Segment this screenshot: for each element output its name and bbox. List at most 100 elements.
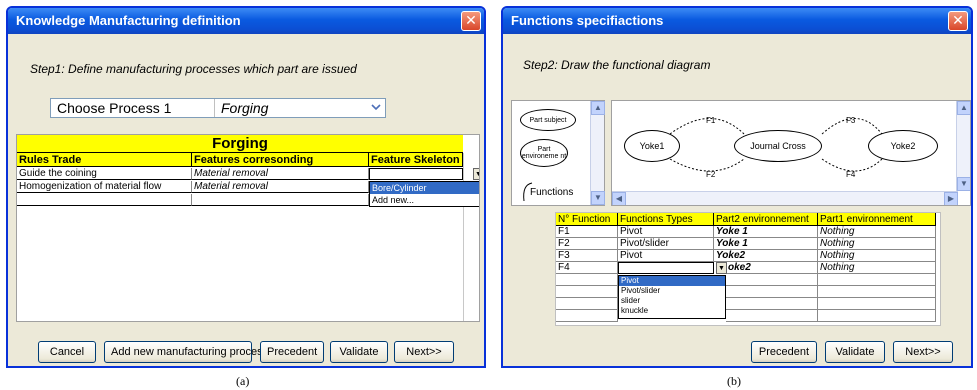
dropdown-list: Bore/Cylinder Add new... — [369, 181, 479, 207]
scroll-right-icon[interactable]: ▶ — [944, 192, 958, 205]
table-cell[interactable]: Nothing — [818, 238, 936, 250]
divider — [214, 99, 215, 117]
window-title: Functions specifiactions — [511, 13, 664, 28]
shape-palette: Part subject Part environeme nt Function… — [511, 100, 605, 206]
add-process-button[interactable]: Add new manufacturing process — [104, 341, 268, 363]
table-cell[interactable] — [726, 274, 818, 286]
process-label: Choose Process 1 — [57, 100, 172, 116]
table-cell[interactable] — [726, 298, 818, 310]
scroll-up-icon[interactable]: ▲ — [957, 101, 970, 115]
knowledge-manufacturing-window: Knowledge Manufacturing definition ✕ Ste… — [6, 6, 486, 368]
rules-grid: Forging Rules Trade Features corresondin… — [16, 134, 480, 322]
table-cell[interactable]: F1 — [556, 226, 618, 238]
close-icon[interactable]: ✕ — [461, 11, 481, 31]
dropdown-option[interactable]: slider — [619, 296, 725, 306]
table-cell[interactable] — [556, 298, 618, 310]
process-banner: Forging — [17, 135, 463, 153]
dropdown-option[interactable]: Pivot/slider — [619, 286, 725, 296]
caption-b: (b) — [727, 374, 741, 388]
column-header-rules: Rules Trade — [17, 153, 192, 167]
dropdown-arrow-icon[interactable]: ▼ — [473, 168, 479, 180]
dropdown-option[interactable]: Pivot — [619, 276, 725, 286]
validate-button[interactable]: Validate — [330, 341, 388, 363]
table-cell[interactable] — [818, 310, 936, 322]
function-type-dropdown[interactable] — [618, 262, 714, 274]
table-cell[interactable] — [726, 286, 818, 298]
table-cell[interactable]: F2 — [556, 238, 618, 250]
dropdown-list: Pivot Pivot/slider slider knuckle — [618, 275, 726, 319]
step-instruction: Step1: Define manufacturing processes wh… — [30, 62, 357, 76]
table-cell[interactable]: Yoke2 — [714, 250, 818, 262]
validate-button[interactable]: Validate — [825, 341, 885, 363]
column-header-features: Features corresonding — [192, 153, 369, 167]
yoke1-node[interactable]: Yoke1 — [624, 130, 680, 162]
table-cell[interactable]: Yoke 1 — [714, 238, 818, 250]
dropdown-arrow-icon[interactable]: ▼ — [716, 262, 727, 274]
process-value: Forging — [221, 100, 269, 116]
dropdown-option[interactable]: Bore/Cylinder — [370, 182, 479, 194]
column-header-part1: Part1 environnement — [818, 213, 936, 226]
table-cell[interactable]: oke2 — [726, 262, 818, 274]
part-environment-shape[interactable]: Part environeme nt — [520, 139, 568, 167]
diagram-vertical-scrollbar[interactable]: ▲ ▼ — [956, 101, 970, 191]
scroll-up-icon[interactable]: ▲ — [591, 101, 605, 115]
caption-a: (a) — [236, 374, 250, 388]
title-bar: Functions specifiactions ✕ — [503, 8, 971, 34]
table-cell[interactable] — [556, 310, 618, 322]
table-cell[interactable] — [556, 274, 618, 286]
diagram-horizontal-scrollbar[interactable]: ◀ ▶ — [612, 191, 958, 205]
step-instruction: Step2: Draw the functional diagram — [523, 58, 711, 72]
link-label: F1 — [706, 116, 716, 125]
precedent-button[interactable]: Precedent — [260, 341, 324, 363]
functional-diagram: F1 F2 F3 F4 Yoke1 Journal Cross Yoke2 ▲ … — [611, 100, 971, 206]
table-cell[interactable]: Material removal — [192, 181, 369, 193]
grid-line — [463, 153, 464, 321]
table-cell[interactable]: Homogenization of material flow — [17, 181, 192, 193]
table-cell[interactable]: Pivot — [618, 226, 714, 238]
next-button[interactable]: Next>> — [394, 341, 454, 363]
table-cell[interactable]: Nothing — [818, 250, 936, 262]
journal-cross-node[interactable]: Journal Cross — [734, 130, 822, 162]
column-header-types: Functions Types — [618, 213, 714, 226]
title-bar: Knowledge Manufacturing definition ✕ — [8, 8, 484, 34]
precedent-button[interactable]: Precedent — [751, 341, 817, 363]
table-cell[interactable] — [818, 286, 936, 298]
table-cell[interactable] — [192, 194, 369, 206]
yoke2-node[interactable]: Yoke2 — [868, 130, 938, 162]
table-cell[interactable]: Material removal — [192, 168, 369, 180]
table-cell[interactable]: Nothing — [818, 262, 936, 274]
table-cell[interactable] — [726, 310, 818, 322]
close-icon[interactable]: ✕ — [948, 11, 968, 31]
table-cell[interactable]: F3 — [556, 250, 618, 262]
link-label: F3 — [846, 116, 856, 125]
link-label: F4 — [846, 170, 856, 179]
dropdown-option[interactable]: knuckle — [619, 306, 725, 316]
scroll-left-icon[interactable]: ◀ — [612, 192, 626, 205]
functions-grid: N° Function Functions Types Part2 enviro… — [555, 212, 941, 326]
table-cell[interactable]: Pivot/slider — [618, 238, 714, 250]
scroll-down-icon[interactable]: ▼ — [957, 177, 970, 191]
column-header-skeleton: Feature Skeleton — [369, 153, 463, 167]
table-cell[interactable]: Guide the coining — [17, 168, 192, 180]
next-button[interactable]: Next>> — [893, 341, 953, 363]
scroll-down-icon[interactable]: ▼ — [591, 191, 605, 205]
chevron-down-icon[interactable] — [371, 102, 381, 115]
table-cell[interactable]: Yoke 1 — [714, 226, 818, 238]
table-cell[interactable]: Pivot — [618, 250, 714, 262]
table-cell[interactable] — [17, 194, 192, 206]
column-header-part2: Part2 environnement — [714, 213, 818, 226]
palette-scrollbar[interactable]: ▲ ▼ — [590, 101, 605, 205]
table-cell[interactable] — [556, 286, 618, 298]
functions-tool-label: Functions — [530, 187, 574, 198]
table-cell[interactable]: F4 — [556, 262, 618, 274]
table-cell[interactable] — [818, 298, 936, 310]
window-title: Knowledge Manufacturing definition — [16, 13, 241, 28]
table-cell[interactable]: Nothing — [818, 226, 936, 238]
cancel-button[interactable]: Cancel — [38, 341, 96, 363]
process-select[interactable]: Choose Process 1 Forging — [50, 98, 386, 118]
table-cell[interactable] — [818, 274, 936, 286]
part-subject-shape[interactable]: Part subject — [520, 109, 576, 131]
dropdown-option[interactable]: Add new... — [370, 194, 479, 206]
feature-skeleton-dropdown[interactable] — [369, 168, 463, 180]
link-label: F2 — [706, 170, 716, 179]
